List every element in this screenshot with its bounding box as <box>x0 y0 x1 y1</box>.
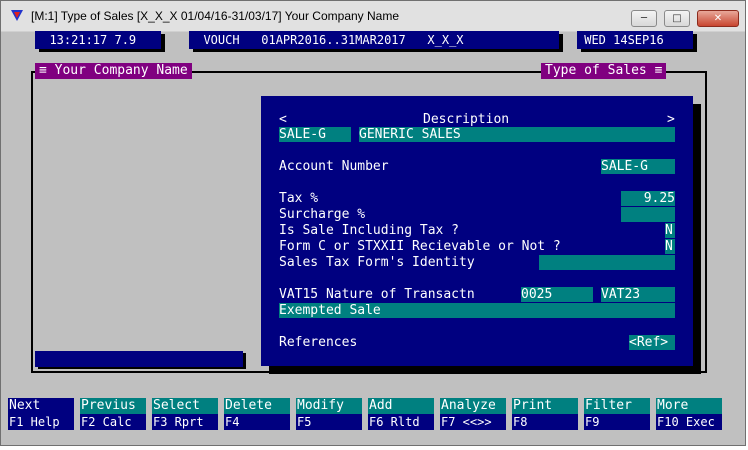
fkey-shortcut-label[interactable]: F3 Rprt <box>152 414 218 430</box>
vat-nature-label: VAT15 Nature of Transactn <box>279 287 475 302</box>
fkey-shortcut-label[interactable]: F9 <box>584 414 650 430</box>
fkey-10[interactable]: More F10 Exec <box>656 398 722 430</box>
title-bar[interactable]: [M:1] Type of Sales [X_X_X 01/04/16-31/0… <box>1 1 745 32</box>
account-number-field[interactable]: SALE-G <box>601 159 675 174</box>
vat-code-field[interactable]: 0025 <box>521 287 593 302</box>
surcharge-label: Surcharge % <box>279 207 366 222</box>
form-c-label: Form C or STXXII Recievable or Not ? <box>279 239 561 254</box>
fkey-8[interactable]: Print F8 <box>512 398 578 430</box>
fkey-action-label[interactable]: Previus <box>80 398 146 414</box>
type-of-sales-form: < Description > SALE-G GENERIC SALES Acc… <box>261 96 693 366</box>
form-identity-field[interactable] <box>539 255 675 270</box>
fkey-action-label[interactable]: Modify <box>296 398 362 414</box>
fkey-shortcut-label[interactable]: F7 <<>> <box>440 414 506 430</box>
app-window: [M:1] Type of Sales [X_X_X 01/04/16-31/0… <box>0 0 746 446</box>
fkey-shortcut-label[interactable]: F2 Calc <box>80 414 146 430</box>
form-c-field[interactable]: N <box>665 239 675 254</box>
fkey-action-label[interactable]: Filter <box>584 398 650 414</box>
company-name-tag: ≡ Your Company Name <box>35 63 192 79</box>
fkey-3[interactable]: Select F3 Rprt <box>152 398 218 430</box>
fkey-action-label[interactable]: Print <box>512 398 578 414</box>
status-mode-period: VOUCH 01APR2016..31MAR2017 X_X_X <box>189 31 559 49</box>
surcharge-field[interactable] <box>621 207 675 222</box>
fkey-4[interactable]: Delete F4 <box>224 398 290 430</box>
including-tax-label: Is Sale Including Tax ? <box>279 223 460 238</box>
next-arrow[interactable]: > <box>667 112 675 127</box>
description-header: Description <box>423 112 510 127</box>
references-button[interactable]: <Ref> <box>629 335 675 350</box>
status-time: 13:21:17 7.9 <box>35 31 161 49</box>
close-button[interactable]: ✕ <box>697 10 739 27</box>
fkey-action-label[interactable]: Analyze <box>440 398 506 414</box>
tax-label: Tax % <box>279 191 319 206</box>
fkey-shortcut-label[interactable]: F5 <box>296 414 362 430</box>
screen-name-tag: Type of Sales ≡ <box>541 63 667 79</box>
description-field[interactable]: GENERIC SALES <box>359 127 675 142</box>
fkey-shortcut-label[interactable]: F6 Rltd <box>368 414 434 430</box>
fkey-action-label[interactable]: Select <box>152 398 218 414</box>
fkey-5[interactable]: Modify F5 <box>296 398 362 430</box>
fkey-shortcut-label[interactable]: F8 <box>512 414 578 430</box>
left-list-bar[interactable] <box>35 351 243 367</box>
fkey-action-label[interactable]: Next <box>8 398 74 414</box>
fkey-action-label[interactable]: Delete <box>224 398 290 414</box>
fkey-9[interactable]: Filter F9 <box>584 398 650 430</box>
fkey-action-label[interactable]: More <box>656 398 722 414</box>
fkey-shortcut-label[interactable]: F1 Help <box>8 414 74 430</box>
fkey-6[interactable]: Add F6 Rltd <box>368 398 434 430</box>
fkey-shortcut-label[interactable]: F10 Exec <box>656 414 722 430</box>
fkey-7[interactable]: Analyze F7 <<>> <box>440 398 506 430</box>
fkey-action-label[interactable]: Add <box>368 398 434 414</box>
maximize-button[interactable]: □ <box>664 10 690 27</box>
app-logo-icon[interactable] <box>11 10 23 21</box>
including-tax-field[interactable]: N <box>665 223 675 238</box>
status-date: WED 14SEP16 <box>577 31 693 49</box>
code-field[interactable]: SALE-G <box>279 127 351 142</box>
account-number-label: Account Number <box>279 159 389 174</box>
fkey-2[interactable]: Previus F2 Calc <box>80 398 146 430</box>
prev-arrow[interactable]: < <box>279 112 287 127</box>
vat-type-field[interactable]: VAT23 <box>601 287 675 302</box>
vat-description-field[interactable]: Exempted Sale <box>279 303 675 318</box>
references-label: References <box>279 335 358 350</box>
form-identity-label: Sales Tax Form's Identity <box>279 255 475 270</box>
fkey-1[interactable]: Next F1 Help <box>8 398 74 430</box>
fkey-shortcut-label[interactable]: F4 <box>224 414 290 430</box>
tax-field[interactable]: 9.25 <box>621 191 675 206</box>
window-title: [M:1] Type of Sales [X_X_X 01/04/16-31/0… <box>31 9 400 23</box>
minimize-button[interactable]: ─ <box>631 10 657 27</box>
